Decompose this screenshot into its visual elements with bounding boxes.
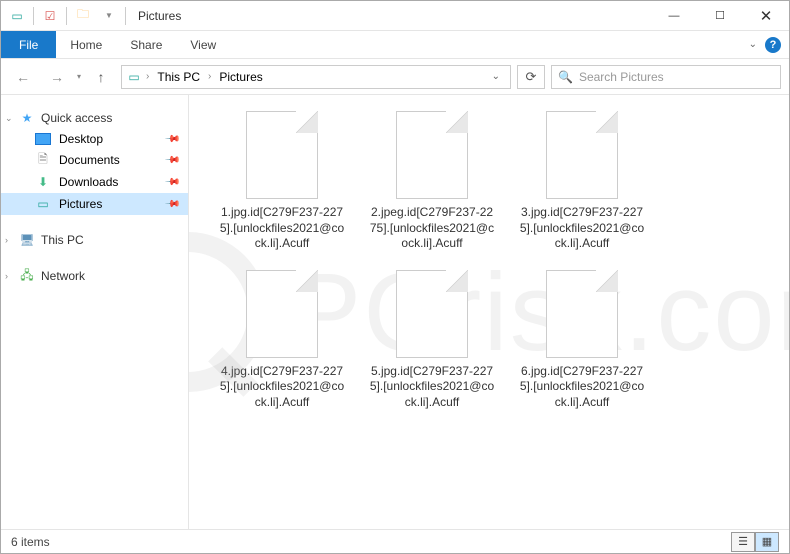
quick-access-label: Quick access: [41, 111, 112, 125]
file-icon: [246, 111, 318, 199]
ribbon: File Home Share View ⌄ ?: [1, 31, 789, 59]
chevron-right-icon: ›: [5, 271, 8, 281]
pin-icon: 📌: [163, 196, 180, 213]
file-name: 2.jpeg.id[C279F237-2275].[unlockfiles202…: [369, 205, 495, 252]
file-item[interactable]: 4.jpg.id[C279F237-2275].[unlockfiles2021…: [219, 270, 345, 411]
pin-icon: 📌: [163, 131, 180, 148]
file-icon: [246, 270, 318, 358]
chevron-right-icon: ›: [5, 235, 8, 245]
pin-icon: 📌: [163, 174, 180, 191]
file-item[interactable]: 3.jpg.id[C279F237-2275].[unlockfiles2021…: [519, 111, 645, 252]
downloads-icon: ⬇: [35, 174, 51, 190]
details-view-button[interactable]: ☰: [731, 532, 755, 552]
search-icon: 🔍: [558, 70, 573, 84]
sidebar-item-label: Desktop: [59, 132, 103, 146]
breadcrumb-pictures[interactable]: Pictures: [215, 70, 266, 84]
sidebar-item-downloads[interactable]: ⬇ Downloads 📌: [1, 171, 188, 193]
sidebar-network[interactable]: › 🖧 Network: [1, 265, 188, 287]
item-count: 6 items: [11, 535, 50, 549]
sidebar-item-documents[interactable]: 🗎 Documents 📌: [1, 149, 188, 171]
body: ⌄ ★ Quick access Desktop 📌 🗎 Documents 📌…: [1, 95, 789, 529]
window-title: Pictures: [132, 9, 181, 23]
help-icon[interactable]: ?: [765, 37, 781, 53]
up-button[interactable]: ↑: [87, 65, 115, 89]
app-icon[interactable]: ▭: [5, 4, 29, 28]
file-icon: [546, 111, 618, 199]
star-icon: ★: [19, 110, 35, 126]
minimize-button[interactable]: —: [651, 1, 697, 31]
maximize-button[interactable]: ☐: [697, 1, 743, 31]
sidebar-item-pictures[interactable]: ▭ Pictures 📌: [1, 193, 188, 215]
file-item[interactable]: 6.jpg.id[C279F237-2275].[unlockfiles2021…: [519, 270, 645, 411]
tab-home[interactable]: Home: [56, 31, 116, 58]
network-icon: 🖧: [19, 268, 35, 284]
search-placeholder: Search Pictures: [579, 70, 664, 84]
network-label: Network: [41, 269, 85, 283]
qat-dropdown-icon[interactable]: ▼: [97, 4, 121, 28]
file-item[interactable]: 2.jpeg.id[C279F237-2275].[unlockfiles202…: [369, 111, 495, 252]
file-item[interactable]: 1.jpg.id[C279F237-2275].[unlockfiles2021…: [219, 111, 345, 252]
this-pc-label: This PC: [41, 233, 84, 247]
breadcrumb-dropdown-icon[interactable]: ⌄: [486, 71, 506, 82]
sidebar-item-desktop[interactable]: Desktop 📌: [1, 129, 188, 149]
navbar: ← → ▾ ↑ ▭ › This PC › Pictures ⌄ ⟳ 🔍 Sea…: [1, 59, 789, 95]
file-icon: [546, 270, 618, 358]
separator: [66, 7, 67, 25]
chevron-down-icon: ⌄: [5, 113, 13, 124]
quick-access-toolbar: ▭ ☑ 🗀 ▼: [1, 4, 132, 28]
chevron-right-icon[interactable]: ›: [146, 71, 149, 82]
location-icon: ▭: [126, 69, 142, 85]
file-name: 1.jpg.id[C279F237-2275].[unlockfiles2021…: [219, 205, 345, 252]
sidebar-this-pc[interactable]: › 🖥 This PC: [1, 229, 188, 251]
pin-icon: 📌: [163, 152, 180, 169]
sidebar-item-label: Downloads: [59, 175, 118, 189]
forward-button[interactable]: →: [43, 65, 71, 89]
file-name: 4.jpg.id[C279F237-2275].[unlockfiles2021…: [219, 364, 345, 411]
breadcrumb-this-pc[interactable]: This PC: [153, 70, 204, 84]
window-controls: — ☐ ✕: [651, 1, 789, 31]
titlebar: ▭ ☑ 🗀 ▼ Pictures — ☐ ✕: [1, 1, 789, 31]
separator: [33, 7, 34, 25]
breadcrumb[interactable]: ▭ › This PC › Pictures ⌄: [121, 65, 511, 89]
desktop-icon: [35, 133, 51, 145]
pictures-icon: ▭: [35, 196, 51, 212]
file-item[interactable]: 5.jpg.id[C279F237-2275].[unlockfiles2021…: [369, 270, 495, 411]
file-tab[interactable]: File: [1, 31, 56, 58]
back-button[interactable]: ←: [9, 65, 37, 89]
explorer-window: ▭ ☑ 🗀 ▼ Pictures — ☐ ✕ File Home Share V…: [0, 0, 790, 554]
chevron-right-icon[interactable]: ›: [208, 71, 211, 82]
tab-view[interactable]: View: [176, 31, 230, 58]
file-name: 6.jpg.id[C279F237-2275].[unlockfiles2021…: [519, 364, 645, 411]
refresh-button[interactable]: ⟳: [517, 65, 545, 89]
qat-properties-icon[interactable]: ☑: [38, 4, 62, 28]
sidebar: ⌄ ★ Quick access Desktop 📌 🗎 Documents 📌…: [1, 95, 189, 529]
view-switcher: ☰ ▦: [731, 532, 779, 552]
statusbar: 6 items ☰ ▦: [1, 529, 789, 553]
qat-folder-icon[interactable]: 🗀: [71, 4, 95, 28]
icons-view-button[interactable]: ▦: [755, 532, 779, 552]
file-name: 3.jpg.id[C279F237-2275].[unlockfiles2021…: [519, 205, 645, 252]
file-grid[interactable]: PCrisk.com 1.jpg.id[C279F237-2275].[unlo…: [189, 95, 789, 529]
ribbon-expand-icon[interactable]: ⌄: [749, 39, 757, 50]
file-icon: [396, 111, 468, 199]
separator: [125, 7, 126, 25]
tab-share[interactable]: Share: [116, 31, 176, 58]
search-input[interactable]: 🔍 Search Pictures: [551, 65, 781, 89]
close-button[interactable]: ✕: [743, 1, 789, 31]
documents-icon: 🗎: [35, 152, 51, 168]
sidebar-item-label: Documents: [59, 153, 120, 167]
file-icon: [396, 270, 468, 358]
sidebar-item-label: Pictures: [59, 197, 102, 211]
sidebar-quick-access[interactable]: ⌄ ★ Quick access: [1, 107, 188, 129]
file-name: 5.jpg.id[C279F237-2275].[unlockfiles2021…: [369, 364, 495, 411]
history-dropdown-icon[interactable]: ▾: [77, 72, 81, 81]
pc-icon: 🖥: [19, 232, 35, 248]
